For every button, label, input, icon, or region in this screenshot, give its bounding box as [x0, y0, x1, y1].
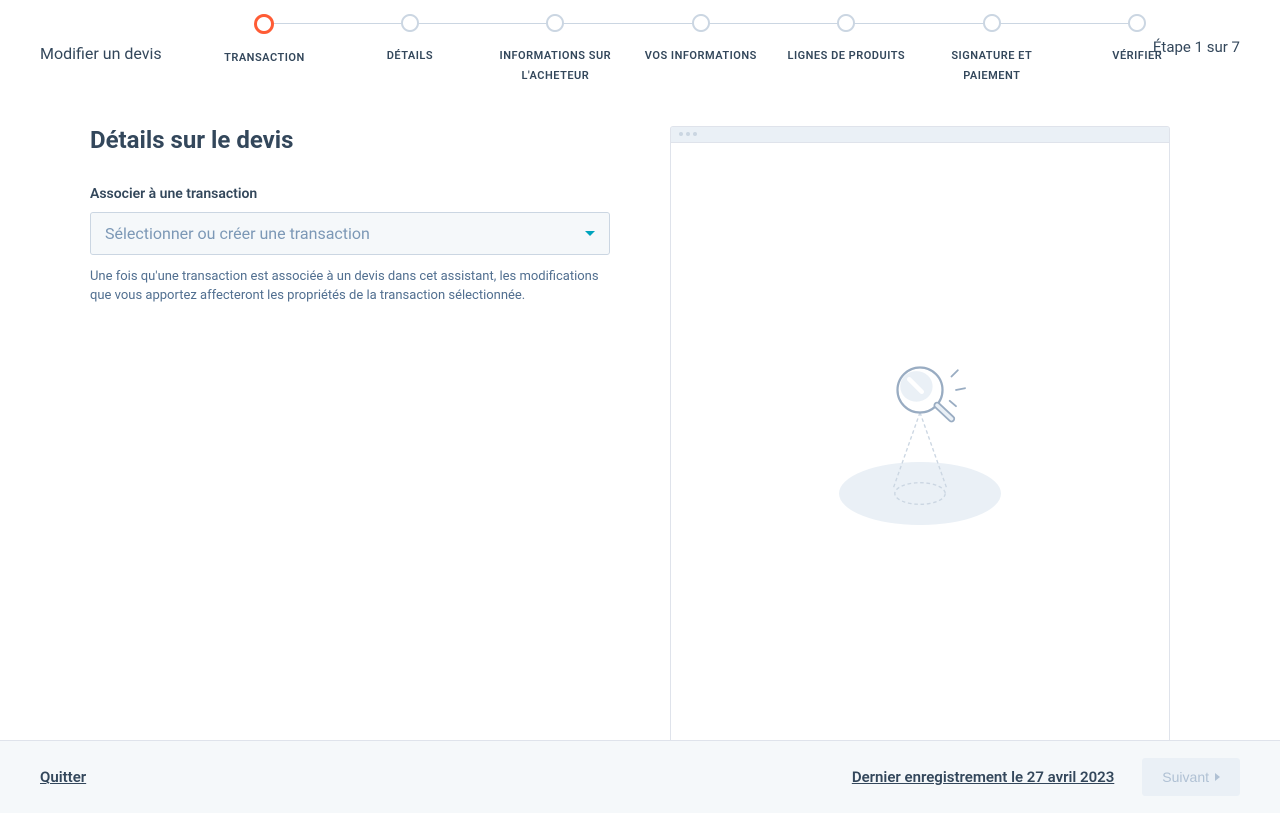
step-circle-icon — [983, 14, 1001, 32]
chevron-right-icon — [1215, 773, 1220, 781]
footer: Quitter Dernier enregistrement le 27 avr… — [0, 740, 1280, 813]
step-line — [555, 23, 700, 24]
step-label: INFORMATIONS SUR L'ACHETEUR — [500, 46, 612, 86]
quit-link[interactable]: Quitter — [40, 768, 86, 786]
step-buyer-info[interactable]: INFORMATIONS SUR L'ACHETEUR — [483, 14, 628, 86]
step-circle-icon — [692, 14, 710, 32]
toolbar-dot-icon — [679, 132, 683, 136]
step-label: SIGNATURE ET PAIEMENT — [951, 46, 1032, 86]
next-button[interactable]: Suivant — [1142, 758, 1240, 796]
preview-toolbar — [671, 127, 1169, 143]
toolbar-dot-icon — [686, 132, 690, 136]
magnifier-spotlight-icon — [830, 354, 1010, 534]
header: Modifier un devis TRANSACTION DÉTAILS IN… — [0, 0, 1280, 86]
step-circle-icon — [546, 14, 564, 32]
step-circle-icon — [401, 14, 419, 32]
step-line — [701, 23, 846, 24]
caret-down-icon — [585, 231, 595, 236]
step-indicator: Étape 1 sur 7 — [1153, 38, 1240, 56]
step-circle-active — [254, 14, 274, 34]
step-label: LIGNES DE PRODUITS — [788, 46, 906, 66]
last-save-text: Dernier enregistrement le 27 avril 2023 — [852, 768, 1114, 786]
content: Détails sur le devis Associer à une tran… — [0, 86, 1280, 746]
helper-text: Une fois qu'une transaction est associée… — [90, 267, 610, 306]
right-panel — [670, 126, 1170, 746]
section-title: Détails sur le devis — [90, 126, 610, 154]
transaction-field-label: Associer à une transaction — [90, 186, 610, 202]
step-product-lines[interactable]: LIGNES DE PRODUITS — [774, 14, 919, 66]
step-label: DÉTAILS — [387, 46, 433, 66]
step-line — [264, 23, 409, 24]
preview-window — [670, 126, 1170, 746]
transaction-select[interactable]: Sélectionner ou créer une transaction — [90, 212, 610, 255]
next-button-label: Suivant — [1162, 769, 1209, 785]
footer-right: Dernier enregistrement le 27 avril 2023 … — [852, 758, 1240, 796]
page-title: Modifier un devis — [40, 14, 162, 63]
step-your-info[interactable]: VOS INFORMATIONS — [628, 14, 773, 66]
step-signature-payment[interactable]: SIGNATURE ET PAIEMENT — [919, 14, 1064, 86]
step-circle-icon — [1128, 14, 1146, 32]
preview-content — [671, 143, 1169, 745]
step-circle-icon — [837, 14, 855, 32]
step-label: TRANSACTION — [224, 48, 305, 68]
step-line — [410, 23, 555, 24]
left-panel: Détails sur le devis Associer à une tran… — [90, 126, 610, 746]
step-details[interactable]: DÉTAILS — [337, 14, 482, 66]
step-line — [846, 23, 991, 24]
step-line — [992, 23, 1137, 24]
select-placeholder: Sélectionner ou créer une transaction — [105, 224, 370, 243]
step-label: VOS INFORMATIONS — [645, 46, 757, 66]
toolbar-dot-icon — [693, 132, 697, 136]
step-transaction[interactable]: TRANSACTION — [192, 14, 337, 68]
stepper: TRANSACTION DÉTAILS INFORMATIONS SUR L'A… — [162, 14, 1240, 86]
